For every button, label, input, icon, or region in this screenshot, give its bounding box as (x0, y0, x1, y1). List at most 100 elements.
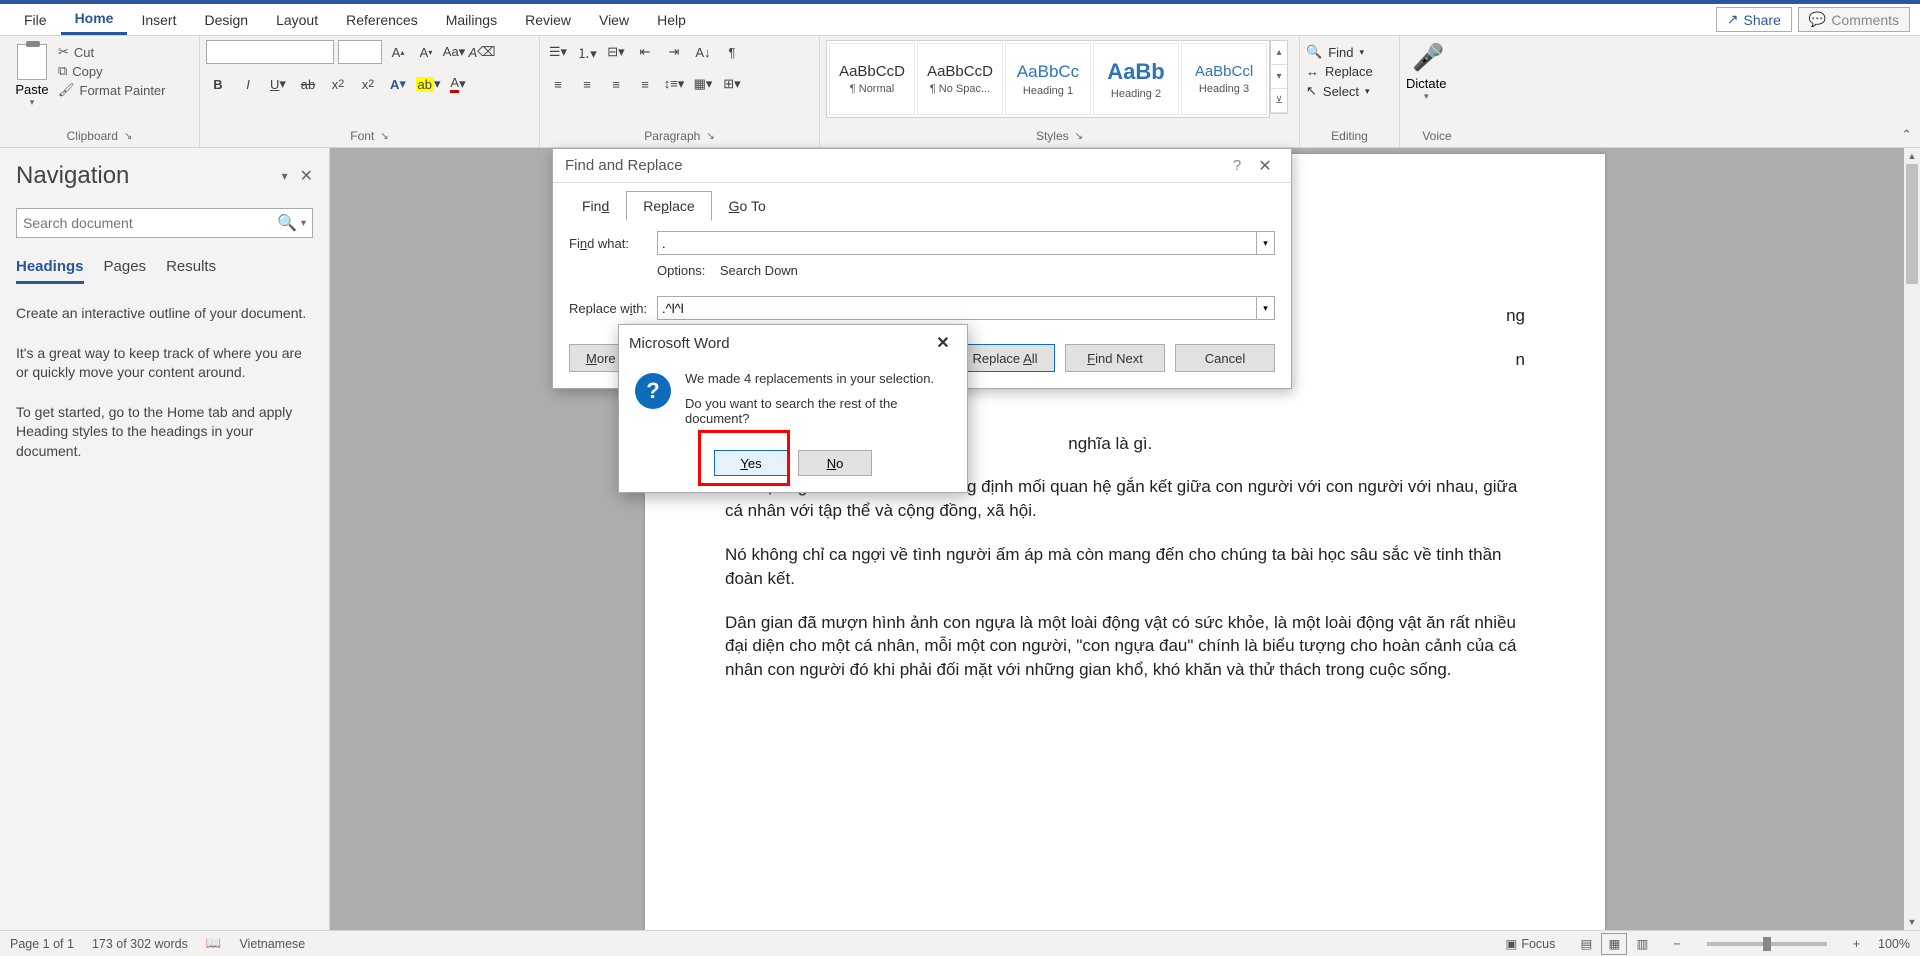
nav-close-button[interactable]: ✕ (300, 166, 313, 186)
align-center-button[interactable]: ≡ (575, 72, 599, 96)
view-read-button[interactable]: ▤ (1573, 933, 1599, 955)
font-size-combo[interactable] (338, 40, 382, 64)
share-button[interactable]: ↗Share (1716, 7, 1792, 32)
view-print-button[interactable]: ▦ (1601, 933, 1627, 955)
underline-button[interactable]: U▾ (266, 72, 290, 96)
focus-mode-button[interactable]: ▣Focus (1506, 936, 1556, 951)
style-heading2[interactable]: AaBbHeading 2 (1093, 43, 1179, 115)
clear-format-button[interactable]: A⌫ (470, 40, 494, 64)
search-icon[interactable]: 🔍 (277, 213, 297, 233)
font-name-combo[interactable] (206, 40, 334, 64)
fr-findnext-button[interactable]: Find Next (1065, 344, 1165, 372)
copy-button[interactable]: ⧉Copy (58, 63, 166, 79)
align-left-button[interactable]: ≡ (546, 72, 570, 96)
tab-view[interactable]: View (585, 6, 643, 34)
fr-findwhat-dropdown[interactable]: ▾ (1257, 231, 1275, 255)
paragraph-launcher[interactable]: ↘ (706, 131, 714, 142)
fr-replaceall-button[interactable]: Replace All (955, 344, 1055, 372)
styles-scroll[interactable]: ▴▾⊻ (1270, 40, 1288, 114)
find-button[interactable]: 🔍Find▾ (1306, 44, 1373, 60)
fr-close-button[interactable]: ✕ (1251, 156, 1279, 176)
shading-button[interactable]: ▦▾ (691, 72, 715, 96)
justify-button[interactable]: ≡ (633, 72, 657, 96)
increase-indent-button[interactable]: ⇥ (662, 40, 686, 64)
fr-tab-replace[interactable]: Replace (626, 191, 711, 221)
style-nospacing[interactable]: AaBbCcD¶ No Spac... (917, 43, 1003, 115)
nav-search-input[interactable] (23, 215, 277, 231)
fr-tab-find[interactable]: Find (565, 191, 626, 221)
superscript-button[interactable]: x2 (356, 72, 380, 96)
style-normal[interactable]: AaBbCcD¶ Normal (829, 43, 915, 115)
subscript-button[interactable]: x2 (326, 72, 350, 96)
status-page[interactable]: Page 1 of 1 (10, 937, 74, 951)
scroll-up-button[interactable]: ▲ (1904, 148, 1920, 164)
fr-tab-goto[interactable]: Go To (712, 191, 783, 221)
nav-tab-results[interactable]: Results (166, 258, 216, 284)
shrink-font-button[interactable]: A▾ (414, 40, 438, 64)
nav-tab-headings[interactable]: Headings (16, 258, 84, 284)
view-web-button[interactable]: ▥ (1629, 933, 1655, 955)
zoom-slider[interactable] (1707, 942, 1827, 946)
numbering-button[interactable]: ⒈▾ (575, 40, 599, 64)
comments-button[interactable]: 💬Comments (1798, 7, 1910, 32)
status-language[interactable]: Vietnamese (239, 937, 305, 951)
fr-cancel-button[interactable]: Cancel (1175, 344, 1275, 372)
borders-button[interactable]: ⊞▾ (720, 72, 744, 96)
format-painter-button[interactable]: 🖌Format Painter (58, 82, 166, 98)
style-heading3[interactable]: AaBbCclHeading 3 (1181, 43, 1267, 115)
grow-font-button[interactable]: A▴ (386, 40, 410, 64)
tab-mailings[interactable]: Mailings (432, 6, 511, 34)
decrease-indent-button[interactable]: ⇤ (633, 40, 657, 64)
styles-launcher[interactable]: ↘ (1075, 131, 1083, 142)
msgbox-yes-button[interactable]: Yes (714, 450, 788, 476)
highlight-button[interactable]: ab▾ (416, 72, 440, 96)
strike-button[interactable]: ab (296, 72, 320, 96)
zoom-in-button[interactable]: + (1853, 937, 1860, 951)
status-spellcheck-icon[interactable]: 📖 (206, 936, 222, 951)
scroll-down-button[interactable]: ▼ (1904, 914, 1920, 930)
collapse-ribbon-button[interactable]: ⌃ (1901, 127, 1912, 143)
msgbox-no-button[interactable]: No (798, 450, 872, 476)
show-marks-button[interactable]: ¶ (720, 40, 744, 64)
nav-dropdown[interactable]: ▾ (282, 169, 288, 183)
tab-design[interactable]: Design (190, 6, 262, 34)
cut-button[interactable]: ✂Cut (58, 44, 166, 60)
italic-button[interactable]: I (236, 72, 260, 96)
fr-help-button[interactable]: ? (1223, 157, 1251, 174)
search-dropdown[interactable]: ▾ (301, 218, 306, 229)
status-words[interactable]: 173 of 302 words (92, 937, 188, 951)
styles-gallery[interactable]: AaBbCcD¶ Normal AaBbCcD¶ No Spac... AaBb… (826, 40, 1270, 118)
tab-home[interactable]: Home (61, 4, 128, 35)
nav-tab-pages[interactable]: Pages (104, 258, 147, 284)
bold-button[interactable]: B (206, 72, 230, 96)
msgbox-close-button[interactable]: ✕ (929, 333, 957, 353)
text-effects-button[interactable]: A▾ (386, 72, 410, 96)
multilevel-button[interactable]: ⊟▾ (604, 40, 628, 64)
tab-references[interactable]: References (332, 6, 432, 34)
clipboard-launcher[interactable]: ↘ (124, 131, 132, 142)
bullets-button[interactable]: ☰▾ (546, 40, 570, 64)
tab-help[interactable]: Help (643, 6, 700, 34)
select-button[interactable]: ↖Select▾ (1306, 83, 1373, 99)
vertical-scrollbar[interactable]: ▲ ▼ (1904, 148, 1920, 930)
align-right-button[interactable]: ≡ (604, 72, 628, 96)
zoom-level[interactable]: 100% (1878, 937, 1910, 951)
scroll-thumb[interactable] (1906, 164, 1918, 284)
fr-replacewith-dropdown[interactable]: ▾ (1257, 296, 1275, 320)
fr-replacewith-input[interactable] (657, 296, 1257, 320)
tab-file[interactable]: File (10, 6, 61, 34)
tab-insert[interactable]: Insert (127, 6, 190, 34)
sort-button[interactable]: A↓ (691, 40, 715, 64)
font-color-button[interactable]: A▾ (446, 72, 470, 96)
fr-findwhat-input[interactable] (657, 231, 1257, 255)
tab-review[interactable]: Review (511, 6, 585, 34)
paste-button[interactable]: Paste ▾ (6, 40, 58, 108)
tab-layout[interactable]: Layout (262, 6, 332, 34)
style-heading1[interactable]: AaBbCcHeading 1 (1005, 43, 1091, 115)
font-launcher[interactable]: ↘ (380, 131, 388, 142)
change-case-button[interactable]: Aa▾ (442, 40, 466, 64)
line-spacing-button[interactable]: ↕≡▾ (662, 72, 686, 96)
replace-button[interactable]: ↔Replace (1306, 64, 1373, 79)
nav-search[interactable]: 🔍 ▾ (16, 208, 313, 238)
zoom-out-button[interactable]: − (1673, 937, 1680, 951)
